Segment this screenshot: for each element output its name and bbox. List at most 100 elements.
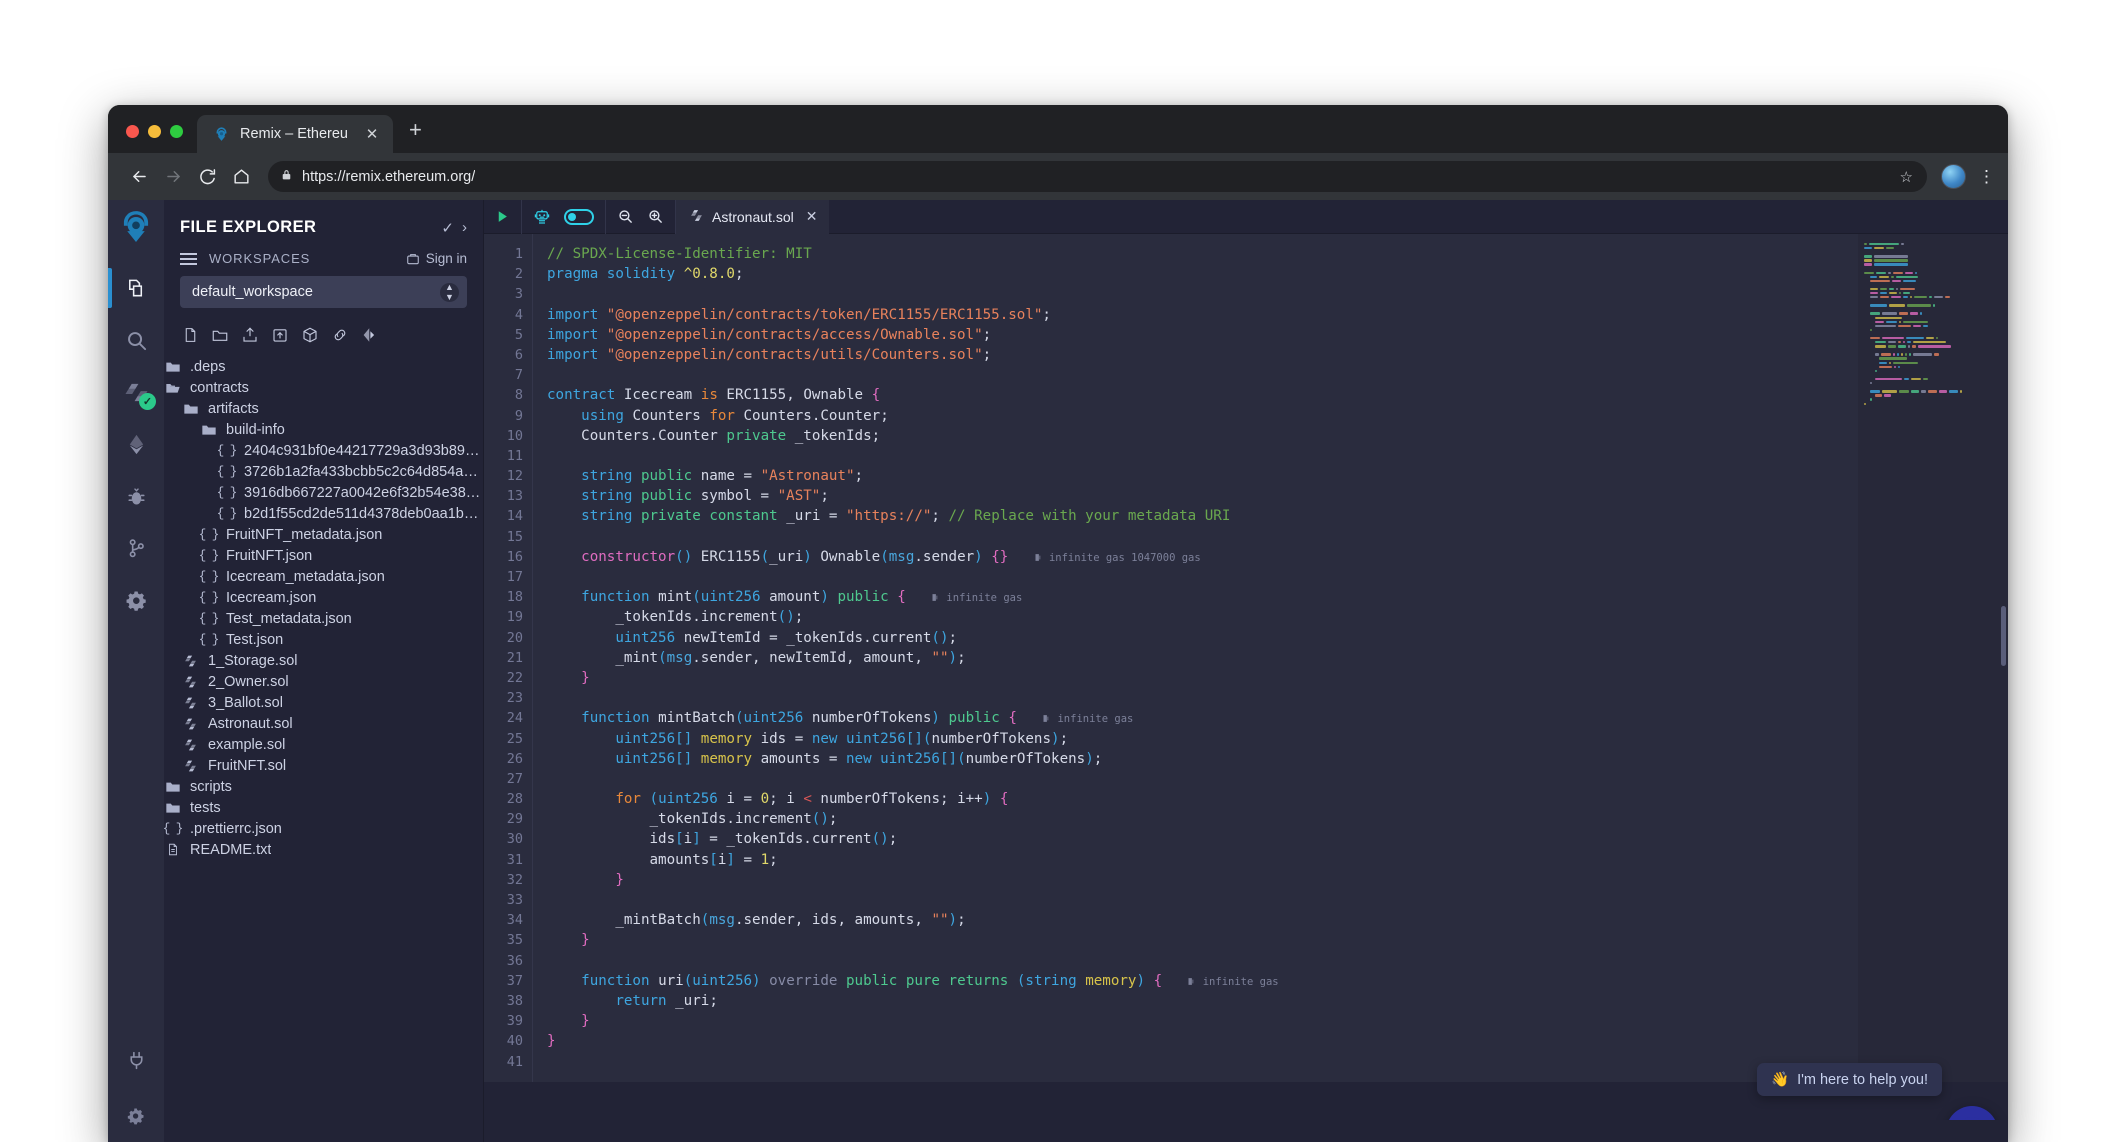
remix-logo-icon[interactable]	[115, 206, 157, 248]
line-number: 4	[484, 305, 532, 325]
gear-bottom-icon	[126, 1106, 146, 1126]
code-line: string private constant _uri = "https://…	[533, 506, 2008, 526]
run-script-icon[interactable]	[495, 209, 510, 224]
file-tree-item[interactable]: Astronaut.sol	[164, 713, 483, 734]
file-tree-item[interactable]: contracts	[164, 377, 483, 398]
file-tree-item[interactable]: { }Icecream.json	[164, 587, 483, 608]
file-tree-item[interactable]: { }Test_metadata.json	[164, 608, 483, 629]
screen: Remix – Ethereu ✕ + https://remix.ethere…	[0, 0, 2108, 1142]
file-tree-item[interactable]: build-info	[164, 419, 483, 440]
back-button[interactable]	[122, 160, 156, 194]
sidebar-item-search[interactable]	[108, 314, 164, 366]
ai-toggle[interactable]	[564, 209, 594, 225]
new-tab-button[interactable]: +	[393, 119, 434, 153]
file-tree-item-label: artifacts	[208, 401, 259, 417]
file-tree-item-label: scripts	[190, 779, 232, 795]
file-tree-item[interactable]: FruitNFT.sol	[164, 755, 483, 776]
file-tree-item[interactable]: artifacts	[164, 398, 483, 419]
line-number: 5	[484, 325, 532, 345]
file-tree-item[interactable]: README.txt	[164, 839, 483, 860]
file-tree-item[interactable]: 1_Storage.sol	[164, 650, 483, 671]
sidebar-item-deploy-run[interactable]	[108, 418, 164, 470]
file-tree-item[interactable]: { }Icecream_metadata.json	[164, 566, 483, 587]
maximize-window-button[interactable]	[170, 125, 183, 138]
file-tree-item[interactable]: .deps	[164, 356, 483, 377]
git-clone-icon[interactable]	[361, 326, 379, 344]
browser-menu-button[interactable]: ⋮	[1978, 170, 1994, 184]
file-tree-item[interactable]: { }FruitNFT.json	[164, 545, 483, 566]
line-number: 12	[484, 466, 532, 486]
file-tree-item[interactable]: scripts	[164, 776, 483, 797]
close-tab-button[interactable]: ✕	[363, 127, 381, 142]
editor-tab-astronaut[interactable]: Astronaut.sol ✕	[676, 200, 829, 234]
code-line: string public name = "Astronaut";	[533, 466, 2008, 486]
sidebar-item-solidity-compiler[interactable]: ✓	[108, 366, 164, 418]
address-bar[interactable]: https://remix.ethereum.org/ ☆	[268, 161, 1927, 192]
home-button[interactable]	[224, 160, 258, 194]
file-tree-item[interactable]: { }2404c931bf0e44217729a3d93b895…	[164, 440, 483, 461]
chevron-right-icon[interactable]: ›	[462, 219, 467, 236]
code-line: amounts[i] = 1;	[533, 850, 2008, 870]
sidebar-item-plugin-manager[interactable]	[108, 1038, 164, 1090]
sidebar-item-settings[interactable]	[108, 574, 164, 626]
file-tree-item[interactable]: { }3726b1a2fa433bcbb5c2c64d854a4…	[164, 461, 483, 482]
file-tree-item[interactable]: { }.prettierrc.json	[164, 818, 483, 839]
solidity-file-icon	[690, 209, 703, 225]
reload-button[interactable]	[190, 160, 224, 194]
sidebar-item-settings-bottom[interactable]	[108, 1090, 164, 1142]
code-line	[533, 567, 2008, 587]
code-line: _mint(msg.sender, newItemId, amount, "")…	[533, 648, 2008, 668]
file-tree-item-label: Test_metadata.json	[226, 611, 352, 627]
file-tree-item[interactable]: tests	[164, 797, 483, 818]
profile-avatar[interactable]	[1941, 164, 1966, 189]
file-tree-item[interactable]: { }3916db667227a0042e6f32b54e386…	[164, 482, 483, 503]
upload-file-icon[interactable]	[241, 326, 259, 344]
bookmark-star-icon[interactable]: ☆	[1900, 168, 1915, 186]
address-bar-url: https://remix.ethereum.org/	[302, 169, 475, 185]
sidebar-item-git[interactable]	[108, 522, 164, 574]
chat-tooltip[interactable]: 👋 I'm here to help you!	[1757, 1063, 1942, 1096]
minimize-window-button[interactable]	[148, 125, 161, 138]
line-number: 7	[484, 365, 532, 385]
code-line: function mintBatch(uint256 numberOfToken…	[533, 708, 2008, 728]
workspace-selector[interactable]: default_workspace ▲▼	[180, 276, 467, 308]
editor-minimap[interactable]	[1858, 234, 2008, 1142]
json-file-icon: { }	[218, 507, 235, 521]
code-editor[interactable]: 1234567891011121314151617181920212223242…	[484, 234, 2008, 1142]
workspaces-menu-icon[interactable]	[180, 253, 197, 265]
file-tree-item[interactable]: example.sol	[164, 734, 483, 755]
file-tree-item[interactable]: { }b2d1f55cd2de511d4378deb0aa1b82…	[164, 503, 483, 524]
code-content[interactable]: // SPDX-License-Identifier: MITpragma so…	[532, 234, 2008, 1142]
workspace-value: default_workspace	[192, 284, 440, 300]
file-explorer-header: FILE EXPLORER ✓ ›	[164, 200, 483, 249]
remix-ai-robot-icon[interactable]	[533, 208, 551, 226]
connect-repo-icon[interactable]	[331, 326, 349, 344]
sidebar-item-debugger[interactable]	[108, 470, 164, 522]
file-tree-item-label: 3916db667227a0042e6f32b54e386…	[244, 485, 483, 501]
check-icon[interactable]: ✓	[441, 219, 454, 237]
editor-scrollbar[interactable]	[2001, 606, 2006, 666]
code-line	[533, 688, 2008, 708]
zoom-out-icon[interactable]	[617, 208, 634, 225]
new-file-icon[interactable]	[182, 326, 199, 344]
line-number: 16	[484, 547, 532, 567]
sign-in-button[interactable]: Sign in	[406, 251, 467, 266]
code-line	[533, 365, 2008, 385]
close-editor-tab-button[interactable]: ✕	[806, 208, 818, 225]
close-window-button[interactable]	[126, 125, 139, 138]
forward-button[interactable]	[156, 160, 190, 194]
publish-gist-icon[interactable]	[301, 326, 319, 344]
file-tree-item[interactable]: 2_Owner.sol	[164, 671, 483, 692]
file-tree-item[interactable]: { }FruitNFT_metadata.json	[164, 524, 483, 545]
browser-tab[interactable]: Remix – Ethereu ✕	[197, 115, 393, 153]
zoom-in-icon[interactable]	[647, 208, 664, 225]
ethereum-icon	[125, 433, 148, 456]
sidebar-item-file-explorer[interactable]	[108, 262, 164, 314]
upload-folder-icon[interactable]	[271, 326, 289, 344]
stepper-icon[interactable]: ▲▼	[440, 283, 459, 302]
file-tree-item[interactable]: 3_Ballot.sol	[164, 692, 483, 713]
line-number: 26	[484, 749, 532, 769]
code-line	[533, 284, 2008, 304]
file-tree-item[interactable]: { }Test.json	[164, 629, 483, 650]
new-folder-icon[interactable]	[211, 326, 229, 344]
